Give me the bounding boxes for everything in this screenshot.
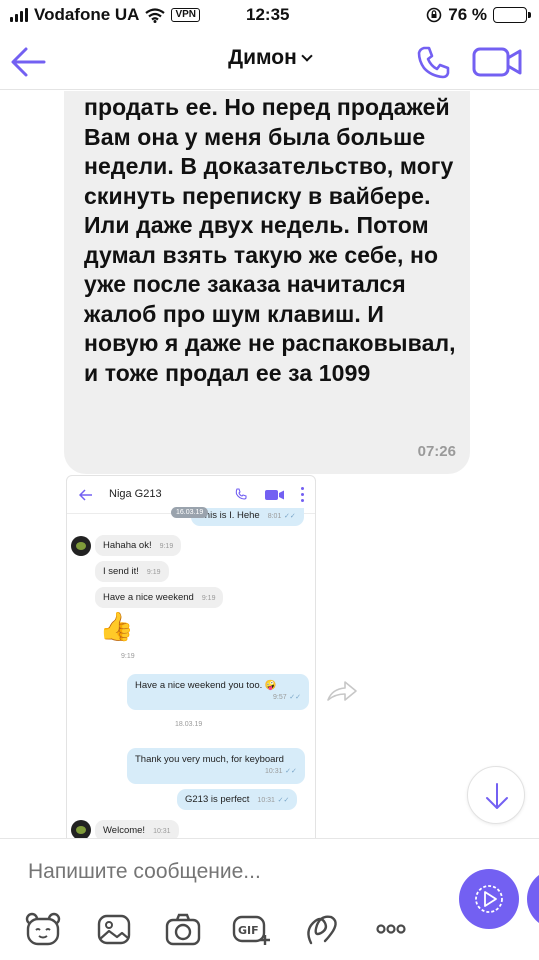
sticker-bear-icon[interactable] [24,911,62,947]
status-right: 76 % [426,5,531,25]
svg-text:GIF: GIF [238,924,259,937]
screenshot-message-out: Thank you very much, for keyboard 10:31 ✓… [127,748,305,784]
gallery-icon[interactable] [95,911,133,947]
gif-icon[interactable]: GIF [232,911,270,947]
chat-screen: Vodafone UA VPN 12:35 76 % Димон продать… [0,0,539,960]
arrow-down-icon [486,783,508,809]
signal-icon [10,8,28,22]
scroll-down-button[interactable] [467,766,525,824]
battery-icon [493,7,531,23]
screenshot-message-in: Welcome! 10:31 [95,820,179,838]
chat-title-text: Димон [228,46,297,69]
compose-bar: GIF [0,838,539,960]
image-attachment[interactable]: Niga G213 This is I. Hehe 8:01 ✓✓ 16.03.1… [66,475,316,838]
chevron-down-icon [301,50,313,62]
status-time: 12:35 [246,5,290,24]
chat-header: Димон [0,32,539,90]
chat-title[interactable]: Димон [0,46,539,70]
more-icon[interactable] [372,911,410,947]
screenshot-message-in: Have a nice weekend 9:19 [95,587,224,608]
thumbs-up-sticker-icon: 👍 [99,611,134,642]
wifi-icon [145,7,166,23]
date-pill: 16.03.19 [171,507,209,518]
date-separator: 18.03.19 [175,721,203,728]
screenshot-message-out: Have a nice weekend you too. 🤪 9:57 ✓✓ [127,674,309,710]
message-text: продать ее. Но перед продажей Вам она у … [84,94,456,386]
voice-button[interactable] [527,869,539,929]
message-list[interactable]: продать ее. Но перед продажей Вам она у … [0,91,539,838]
camera-icon[interactable] [164,911,202,947]
message-input[interactable] [28,857,428,887]
screenshot-message-in: Hahaha ok! 9:19 [95,535,182,556]
battery-percent: 76 % [448,5,487,24]
sticker-time: 9:19 [121,653,135,660]
doodle-icon[interactable] [303,911,341,947]
play-icon [475,885,503,913]
status-bar: Vodafone UA VPN 12:35 76 % [0,0,539,32]
screenshot-message-out: G213 is perfect 10:31 ✓✓ [177,789,298,810]
status-left: Vodafone UA VPN [10,5,201,25]
video-camera-icon[interactable] [472,46,524,78]
screenshot-title: Niga G213 [109,488,162,500]
carrier-name: Vodafone UA [34,5,140,24]
arrow-left-icon [79,489,92,501]
more-vertical-icon [301,487,305,503]
incoming-message[interactable]: продать ее. Но перед продажей Вам она у … [64,91,470,474]
message-time: 07:26 [417,443,456,460]
phone-icon[interactable] [416,44,452,80]
forward-icon[interactable] [326,680,358,702]
avatar [71,536,91,556]
video-camera-icon [265,490,284,500]
orientation-lock-icon [426,7,442,23]
send-button[interactable] [459,869,519,929]
vpn-badge: VPN [171,8,201,22]
avatar [71,820,91,838]
screenshot-message-in: I send it! 9:19 [95,561,169,582]
phone-icon [235,488,247,500]
